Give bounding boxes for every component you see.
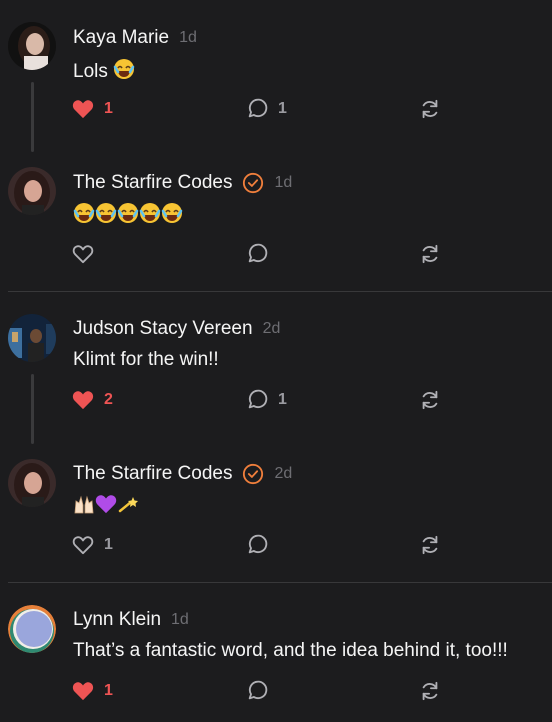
reply-button[interactable]: 1 [246, 388, 287, 412]
verified-badge-icon [243, 172, 264, 194]
like-button[interactable]: 1 [72, 97, 113, 121]
post-text: Lols [73, 58, 135, 86]
laughing-emoji [73, 202, 95, 230]
reply-count: 1 [278, 391, 287, 408]
avatar[interactable] [8, 22, 56, 70]
post-header: Kaya Marie 1d [73, 27, 197, 49]
repost-button[interactable] [419, 679, 441, 703]
laughing-emoji [139, 202, 161, 230]
repost-button[interactable] [419, 242, 441, 266]
like-button[interactable]: 1 [72, 679, 113, 703]
reply-bubble-icon [248, 243, 268, 263]
avatar[interactable] [8, 605, 56, 653]
reply-bubble-icon [248, 98, 268, 118]
post-actions [0, 242, 552, 266]
reply-button[interactable]: 1 [246, 97, 287, 121]
post-header: Judson Stacy Vereen 2d [73, 318, 280, 340]
laughing-emoji [161, 202, 183, 230]
author-name[interactable]: Judson Stacy Vereen [73, 318, 253, 340]
reply-bubble-icon [248, 534, 268, 554]
post-header: The Starfire Codes 1d [73, 172, 292, 194]
timestamp: 2d [262, 320, 281, 337]
repost-button[interactable] [419, 97, 441, 121]
like-count: 1 [104, 536, 113, 553]
post-header: The Starfire Codes 2d [73, 463, 292, 485]
repost-button[interactable] [419, 533, 441, 557]
heart-filled-icon [72, 682, 94, 701]
reply-bubble-icon [248, 680, 268, 700]
avatar[interactable] [8, 167, 56, 215]
reply-bubble-icon [248, 389, 268, 409]
laughing-emoji [113, 58, 135, 86]
avatar[interactable] [8, 459, 56, 507]
dizzy-emoji [117, 493, 139, 521]
post-text: That’s a fantastic word, and the idea be… [73, 640, 508, 661]
reply-button[interactable] [246, 679, 268, 703]
post-lynn-klein[interactable]: Lynn Klein 1d That’s a fantastic word, a… [0, 583, 552, 722]
reply-button[interactable] [246, 533, 268, 557]
post-text: Klimt for the win!! [73, 349, 219, 370]
like-count: 1 [104, 682, 113, 699]
reply-count: 1 [278, 100, 287, 117]
laughing-emoji [117, 202, 139, 230]
post-actions: 1 [0, 679, 552, 703]
post-starfire-codes[interactable]: The Starfire Codes 2d 1 [0, 432, 552, 582]
heart-filled-icon [72, 100, 94, 119]
heart-outline-icon [72, 245, 94, 264]
raised-hands-emoji [73, 493, 95, 521]
like-button[interactable]: 1 [72, 533, 113, 557]
author-name[interactable]: Kaya Marie [73, 27, 169, 49]
post-judson-stacy-vereen[interactable]: Judson Stacy Vereen 2d Klimt for the win… [0, 292, 552, 432]
like-count: 1 [104, 100, 113, 117]
repost-button[interactable] [419, 388, 441, 412]
laughing-emoji [95, 202, 117, 230]
post-starfire-codes[interactable]: The Starfire Codes 1d [0, 140, 552, 290]
post-actions: 1 1 [0, 97, 552, 121]
timestamp: 1d [179, 29, 197, 46]
repost-icon [422, 535, 438, 555]
repost-icon [422, 681, 438, 701]
author-name[interactable]: The Starfire Codes [73, 463, 232, 485]
post-actions: 2 1 [0, 388, 552, 412]
timestamp: 1d [171, 611, 189, 628]
post-actions: 1 [0, 533, 552, 557]
repost-icon [422, 390, 438, 410]
repost-icon [422, 99, 438, 119]
timestamp: 1d [274, 174, 293, 191]
author-name[interactable]: The Starfire Codes [73, 172, 232, 194]
post-text [73, 202, 183, 230]
post-header: Lynn Klein 1d [73, 609, 189, 631]
heart-filled-icon [72, 391, 94, 410]
avatar[interactable] [8, 314, 56, 362]
like-button[interactable] [72, 242, 94, 266]
post-kaya-marie[interactable]: Kaya Marie 1d Lols 1 1 [0, 0, 552, 140]
like-button[interactable]: 2 [72, 388, 113, 412]
heart-outline-icon [72, 536, 94, 555]
purple-heart-emoji [95, 493, 117, 521]
like-count: 2 [104, 391, 113, 408]
author-name[interactable]: Lynn Klein [73, 609, 161, 631]
verified-badge-icon [243, 463, 264, 485]
repost-icon [422, 244, 438, 264]
post-text [73, 493, 139, 521]
timestamp: 2d [274, 465, 293, 482]
reply-button[interactable] [246, 242, 268, 266]
